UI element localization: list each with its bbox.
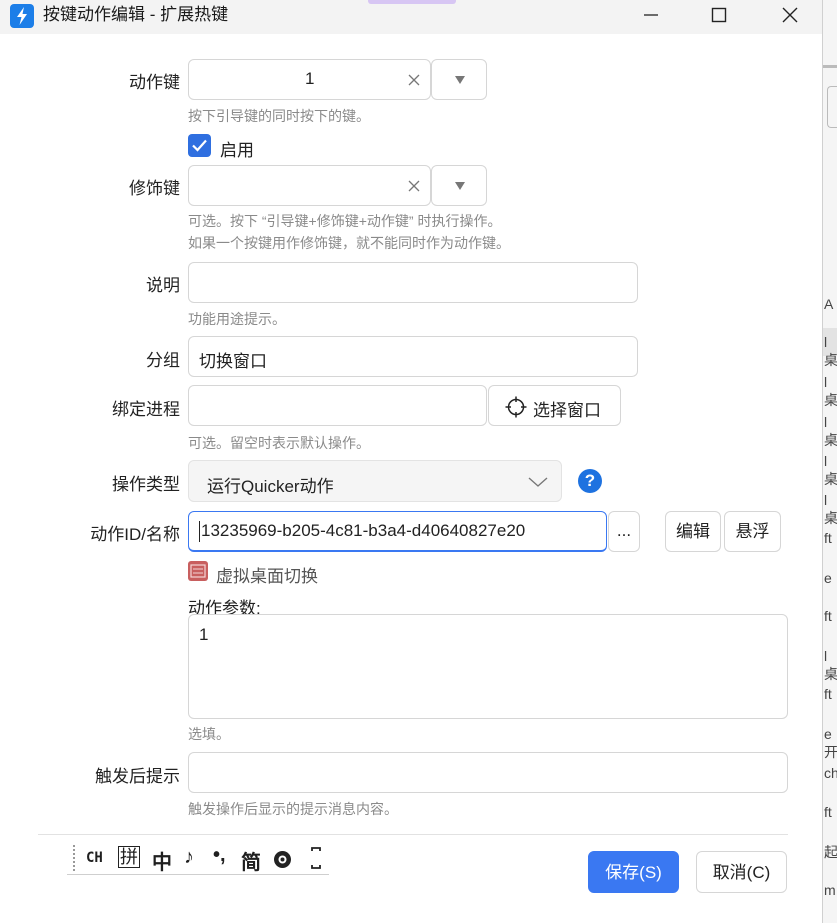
divider — [38, 834, 788, 835]
description-input[interactable] — [188, 262, 638, 303]
group-label: 分组 — [146, 351, 180, 370]
action-key-dropdown-button[interactable] — [431, 59, 487, 100]
action-key-label: 动作键 — [129, 73, 180, 92]
title-accent — [368, 0, 456, 4]
modifier-key-hint-1: 可选。按下 “引导键+修饰键+动作键” 时执行操作。 — [188, 213, 502, 229]
bg-text: ft — [824, 804, 832, 820]
group-value: 切换窗口 — [199, 352, 267, 371]
help-icon[interactable]: ? — [578, 469, 602, 493]
params-textarea[interactable]: 1 — [188, 614, 788, 719]
group-input[interactable]: 切换窗口 — [188, 336, 638, 377]
description-hint: 功能用途提示。 — [188, 311, 286, 327]
crosshair-icon — [505, 396, 527, 418]
drag-handle[interactable] — [73, 845, 77, 871]
params-value: 1 — [199, 625, 209, 644]
bg-text: l桌 — [824, 648, 837, 682]
ime-more-icon[interactable] — [310, 846, 322, 870]
checkmark-icon — [192, 139, 207, 152]
action-key-value: 1 — [305, 69, 315, 88]
ime-lang[interactable]: CH — [86, 850, 103, 866]
bg-text: l桌 — [824, 492, 837, 526]
chevron-down-icon — [528, 477, 548, 487]
ime-chinese-mode[interactable]: 中 — [152, 846, 172, 875]
action-id-value: 13235969-b205-4c81-b3a4-d40640827e20 — [201, 521, 526, 540]
bind-process-label: 绑定进程 — [112, 400, 180, 419]
action-id-label: 动作ID/名称 — [90, 525, 180, 544]
operation-type-select[interactable]: 运行Quicker动作 — [188, 460, 562, 502]
maximize-button[interactable] — [696, 0, 742, 30]
after-tip-hint: 触发操作后显示的提示消息内容。 — [188, 801, 398, 817]
enable-checkbox[interactable] — [188, 134, 211, 157]
bg-text: ft — [824, 686, 832, 702]
bg-text: e — [824, 570, 832, 586]
ime-simplified[interactable]: 简 — [241, 846, 261, 875]
bg-text: ft — [824, 530, 832, 546]
triangle-down-icon — [455, 182, 465, 190]
ime-punctuation[interactable]: •, — [213, 844, 226, 867]
bg-text: ft — [824, 608, 832, 624]
ime-settings-icon[interactable] — [272, 849, 293, 870]
bind-process-input[interactable] — [188, 385, 487, 426]
action-key-hint: 按下引导键的同时按下的键。 — [188, 108, 370, 124]
title-bar[interactable]: 按键动作编辑 - 扩展热键 — [0, 0, 822, 34]
select-window-button[interactable]: 选择窗口 — [488, 385, 621, 426]
window-title: 按键动作编辑 - 扩展热键 — [43, 5, 229, 24]
cancel-button[interactable]: 取消(C) — [696, 851, 787, 893]
dialog-window: 按键动作编辑 - 扩展热键 动作键 1 按下引导键的同时按下的键。 启用 修饰键 — [0, 0, 823, 923]
triangle-down-icon — [455, 76, 465, 84]
description-label: 说明 — [146, 276, 180, 295]
clear-icon[interactable] — [408, 180, 420, 192]
operation-type-label: 操作类型 — [112, 475, 180, 494]
bg-text: l桌 — [824, 374, 837, 408]
action-key-input[interactable]: 1 — [188, 59, 431, 100]
modifier-key-label: 修饰键 — [129, 179, 180, 198]
action-name[interactable]: 虚拟桌面切换 — [216, 562, 318, 587]
minimize-button[interactable] — [628, 0, 674, 30]
bg-text: 起 — [824, 844, 837, 860]
action-icon — [188, 561, 208, 581]
ime-pinyin[interactable]: 拼 — [118, 846, 140, 868]
modifier-key-dropdown-button[interactable] — [431, 165, 487, 206]
bind-process-hint: 可选。留空时表示默认操作。 — [188, 435, 370, 451]
operation-type-value: 运行Quicker动作 — [207, 477, 334, 496]
quicker-logo-icon — [10, 4, 34, 28]
bg-text: m — [824, 882, 836, 898]
enable-label[interactable]: 启用 — [220, 136, 254, 161]
text-cursor — [199, 521, 200, 542]
after-tip-input[interactable] — [188, 752, 788, 793]
bg-text: l桌 — [824, 453, 837, 487]
modifier-key-hint-2: 如果一个按键用作修饰键，就不能同时作为动作键。 — [188, 235, 510, 251]
params-hint: 选填。 — [188, 726, 230, 742]
bg-text: ch — [824, 765, 837, 781]
ime-toolbar[interactable]: CH 拼 中 ♪ •, 简 — [67, 843, 329, 875]
browse-button[interactable]: ... — [608, 511, 640, 552]
float-button[interactable]: 悬浮 — [724, 511, 781, 552]
bg-text: e开 — [824, 726, 837, 760]
edit-button[interactable]: 编辑 — [665, 511, 721, 552]
action-id-input[interactable]: 13235969-b205-4c81-b3a4-d40640827e20 — [188, 511, 607, 552]
bg-text: A — [824, 296, 834, 312]
bg-text: l桌 — [824, 414, 837, 448]
save-button[interactable]: 保存(S) — [588, 851, 679, 893]
clear-icon[interactable] — [408, 74, 420, 86]
modifier-key-input[interactable] — [188, 165, 431, 206]
select-window-label: 选择窗口 — [533, 401, 601, 420]
after-tip-label: 触发后提示 — [95, 767, 180, 786]
close-button[interactable] — [767, 0, 813, 30]
ime-fullwidth[interactable]: ♪ — [184, 846, 194, 869]
bg-text: l桌 — [824, 334, 837, 368]
